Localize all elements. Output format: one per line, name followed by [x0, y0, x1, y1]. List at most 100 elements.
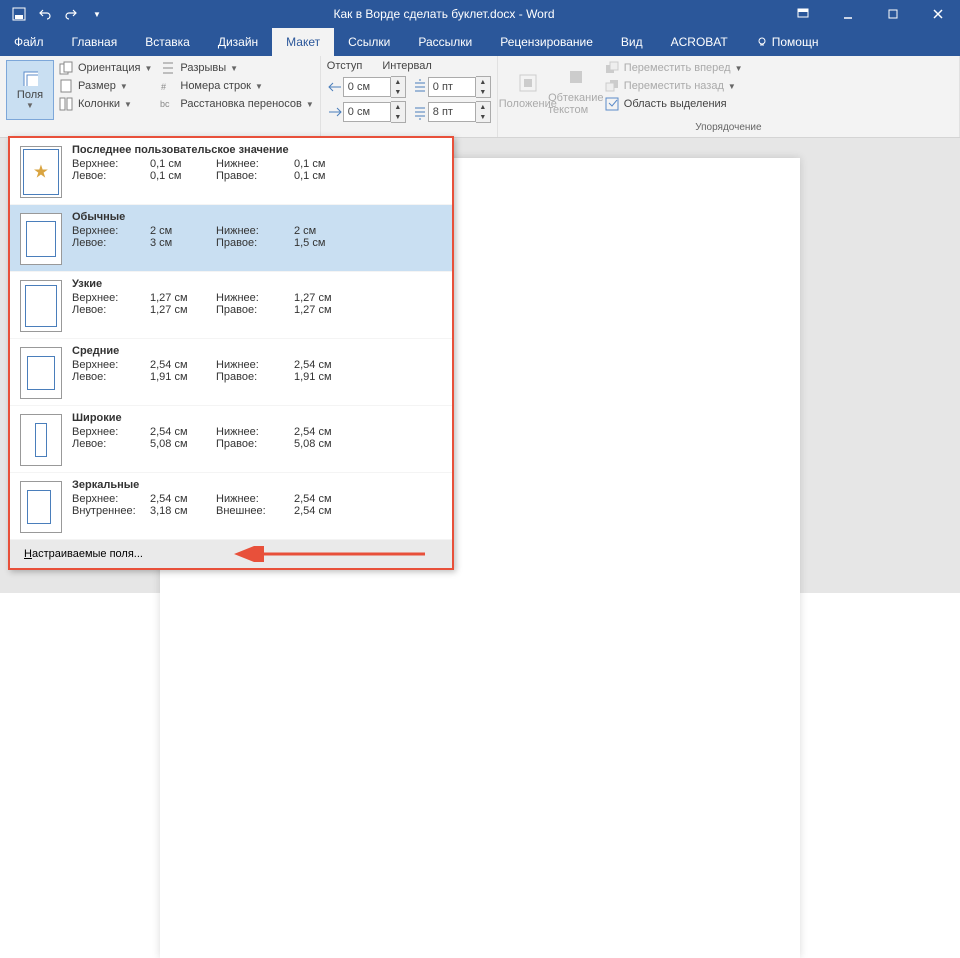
titlebar: ▼ Как в Ворде сделать буклет.docx - Word — [0, 0, 960, 28]
sendback-label: Переместить назад — [624, 80, 724, 92]
chevron-down-icon: ▼ — [26, 101, 34, 110]
arrange-group-label: Упорядочение — [504, 122, 953, 133]
tab-file[interactable]: Файл — [0, 28, 58, 56]
position-icon — [516, 71, 540, 95]
tab-mailings[interactable]: Рассылки — [404, 28, 486, 56]
margin-preset-item[interactable]: Широкие Верхнее:2,54 см Нижнее:2,54 см Л… — [10, 406, 452, 473]
linenumbers-label: Номера строк — [180, 80, 251, 92]
margin-thumb-icon — [20, 481, 62, 533]
bringfwd-button: Переместить вперед▼ — [604, 60, 743, 76]
custom-margins-item[interactable]: Настраиваемые поля... — [10, 540, 452, 568]
tab-view[interactable]: Вид — [607, 28, 657, 56]
space-before-spinner[interactable]: 0 пт▲▼ — [412, 76, 491, 98]
margin-info: Последнее пользовательское значение Верх… — [72, 144, 442, 198]
tab-review[interactable]: Рецензирование — [486, 28, 607, 56]
maximize-icon[interactable] — [870, 0, 915, 28]
orientation-label: Ориентация — [78, 62, 140, 74]
columns-label: Колонки — [78, 98, 120, 110]
tellme-label: Помощн — [772, 35, 819, 49]
hyphenation-button[interactable]: bcРасстановка переносов▼ — [160, 96, 313, 112]
margin-info: Обычные Верхнее:2 см Нижнее:2 см Левое:3… — [72, 211, 442, 265]
breaks-button[interactable]: Разрывы▼ — [160, 60, 313, 76]
save-icon[interactable] — [8, 3, 30, 25]
selectionpane-label: Область выделения — [624, 98, 727, 110]
space-after-icon — [412, 104, 428, 120]
margin-thumb-icon — [20, 414, 62, 466]
ribbon-options-icon[interactable] — [780, 0, 825, 28]
bringfwd-label: Переместить вперед — [624, 62, 731, 74]
margin-preset-name: Последнее пользовательское значение — [72, 144, 442, 156]
margin-preset-name: Широкие — [72, 412, 442, 424]
space-before-icon — [412, 79, 428, 95]
margin-preset-item[interactable]: Обычные Верхнее:2 см Нижнее:2 см Левое:3… — [10, 205, 452, 272]
margin-info: Средние Верхнее:2,54 см Нижнее:2,54 см Л… — [72, 345, 442, 399]
hyphenation-label: Расстановка переносов — [180, 98, 301, 110]
size-label: Размер — [78, 80, 116, 92]
indent-left-spinner[interactable]: 0 см▲▼ — [327, 76, 406, 98]
orientation-button[interactable]: Ориентация▼ — [58, 60, 152, 76]
size-icon — [58, 78, 74, 94]
margin-preset-item[interactable]: Зеркальные Верхнее:2,54 см Нижнее:2,54 с… — [10, 473, 452, 540]
document-title: Как в Ворде сделать буклет.docx - Word — [108, 7, 780, 21]
undo-icon[interactable] — [34, 3, 56, 25]
margin-thumb-icon — [20, 213, 62, 265]
margins-label: Поля — [17, 89, 43, 101]
ribbon: Поля ▼ Ориентация▼ Размер▼ Колонки▼ Разр… — [0, 56, 960, 138]
tab-tellme[interactable]: Помощн — [742, 28, 833, 56]
close-icon[interactable] — [915, 0, 960, 28]
margins-button[interactable]: Поля ▼ — [6, 60, 54, 120]
breaks-label: Разрывы — [180, 62, 226, 74]
tab-layout[interactable]: Макет — [272, 28, 334, 56]
tab-home[interactable]: Главная — [58, 28, 132, 56]
indent-right-spinner[interactable]: 0 см▲▼ — [327, 101, 406, 123]
sendback-icon — [604, 78, 620, 94]
ribbon-tabs: Файл Главная Вставка Дизайн Макет Ссылки… — [0, 28, 960, 56]
tab-design[interactable]: Дизайн — [204, 28, 272, 56]
indent-right-icon — [327, 104, 343, 120]
margin-thumb-icon — [20, 280, 62, 332]
selectionpane-icon — [604, 96, 620, 112]
tab-insert[interactable]: Вставка — [131, 28, 204, 56]
wrap-label: Обтекание текстом — [548, 92, 603, 116]
svg-text:#: # — [161, 82, 166, 92]
svg-text:bc: bc — [160, 99, 170, 109]
margin-preset-item[interactable]: Узкие Верхнее:1,27 см Нижнее:1,27 см Лев… — [10, 272, 452, 339]
linenumbers-button[interactable]: #Номера строк▼ — [160, 78, 313, 94]
margin-thumb-icon — [20, 347, 62, 399]
orientation-icon — [58, 60, 74, 76]
tab-references[interactable]: Ссылки — [334, 28, 404, 56]
redo-icon[interactable] — [60, 3, 82, 25]
indent-left-value[interactable]: 0 см — [343, 77, 391, 97]
hyphenation-icon: bc — [160, 96, 176, 112]
indent-right-value[interactable]: 0 см — [343, 102, 391, 122]
margin-preset-name: Зеркальные — [72, 479, 442, 491]
position-button: Положение — [504, 60, 552, 120]
margin-info: Узкие Верхнее:1,27 см Нижнее:1,27 см Лев… — [72, 278, 442, 332]
margin-preset-item[interactable]: Последнее пользовательское значение Верх… — [10, 138, 452, 205]
qat-more-icon[interactable]: ▼ — [86, 3, 108, 25]
custom-margins-label: Настраиваемые поля... — [24, 548, 143, 560]
space-before-value[interactable]: 0 пт — [428, 77, 476, 97]
tab-acrobat[interactable]: ACROBAT — [657, 28, 742, 56]
wrap-button: Обтекание текстом — [552, 60, 600, 120]
breaks-icon — [160, 60, 176, 76]
wrap-icon — [564, 65, 588, 89]
minimize-icon[interactable] — [825, 0, 870, 28]
sendback-button: Переместить назад▼ — [604, 78, 743, 94]
indent-heading: Отступ — [327, 60, 363, 72]
columns-icon — [58, 96, 74, 112]
lightbulb-icon — [756, 36, 768, 48]
margin-preset-item[interactable]: Средние Верхнее:2,54 см Нижнее:2,54 см Л… — [10, 339, 452, 406]
bringfwd-icon — [604, 60, 620, 76]
space-after-spinner[interactable]: 8 пт▲▼ — [412, 101, 491, 123]
margins-icon — [22, 70, 38, 86]
selectionpane-button[interactable]: Область выделения — [604, 96, 743, 112]
space-after-value[interactable]: 8 пт — [428, 102, 476, 122]
columns-button[interactable]: Колонки▼ — [58, 96, 152, 112]
arrow-annotation — [230, 546, 430, 562]
size-button[interactable]: Размер▼ — [58, 78, 152, 94]
spacing-heading: Интервал — [382, 60, 431, 72]
margin-info: Широкие Верхнее:2,54 см Нижнее:2,54 см Л… — [72, 412, 442, 466]
margin-preset-name: Обычные — [72, 211, 442, 223]
margin-preset-name: Средние — [72, 345, 442, 357]
